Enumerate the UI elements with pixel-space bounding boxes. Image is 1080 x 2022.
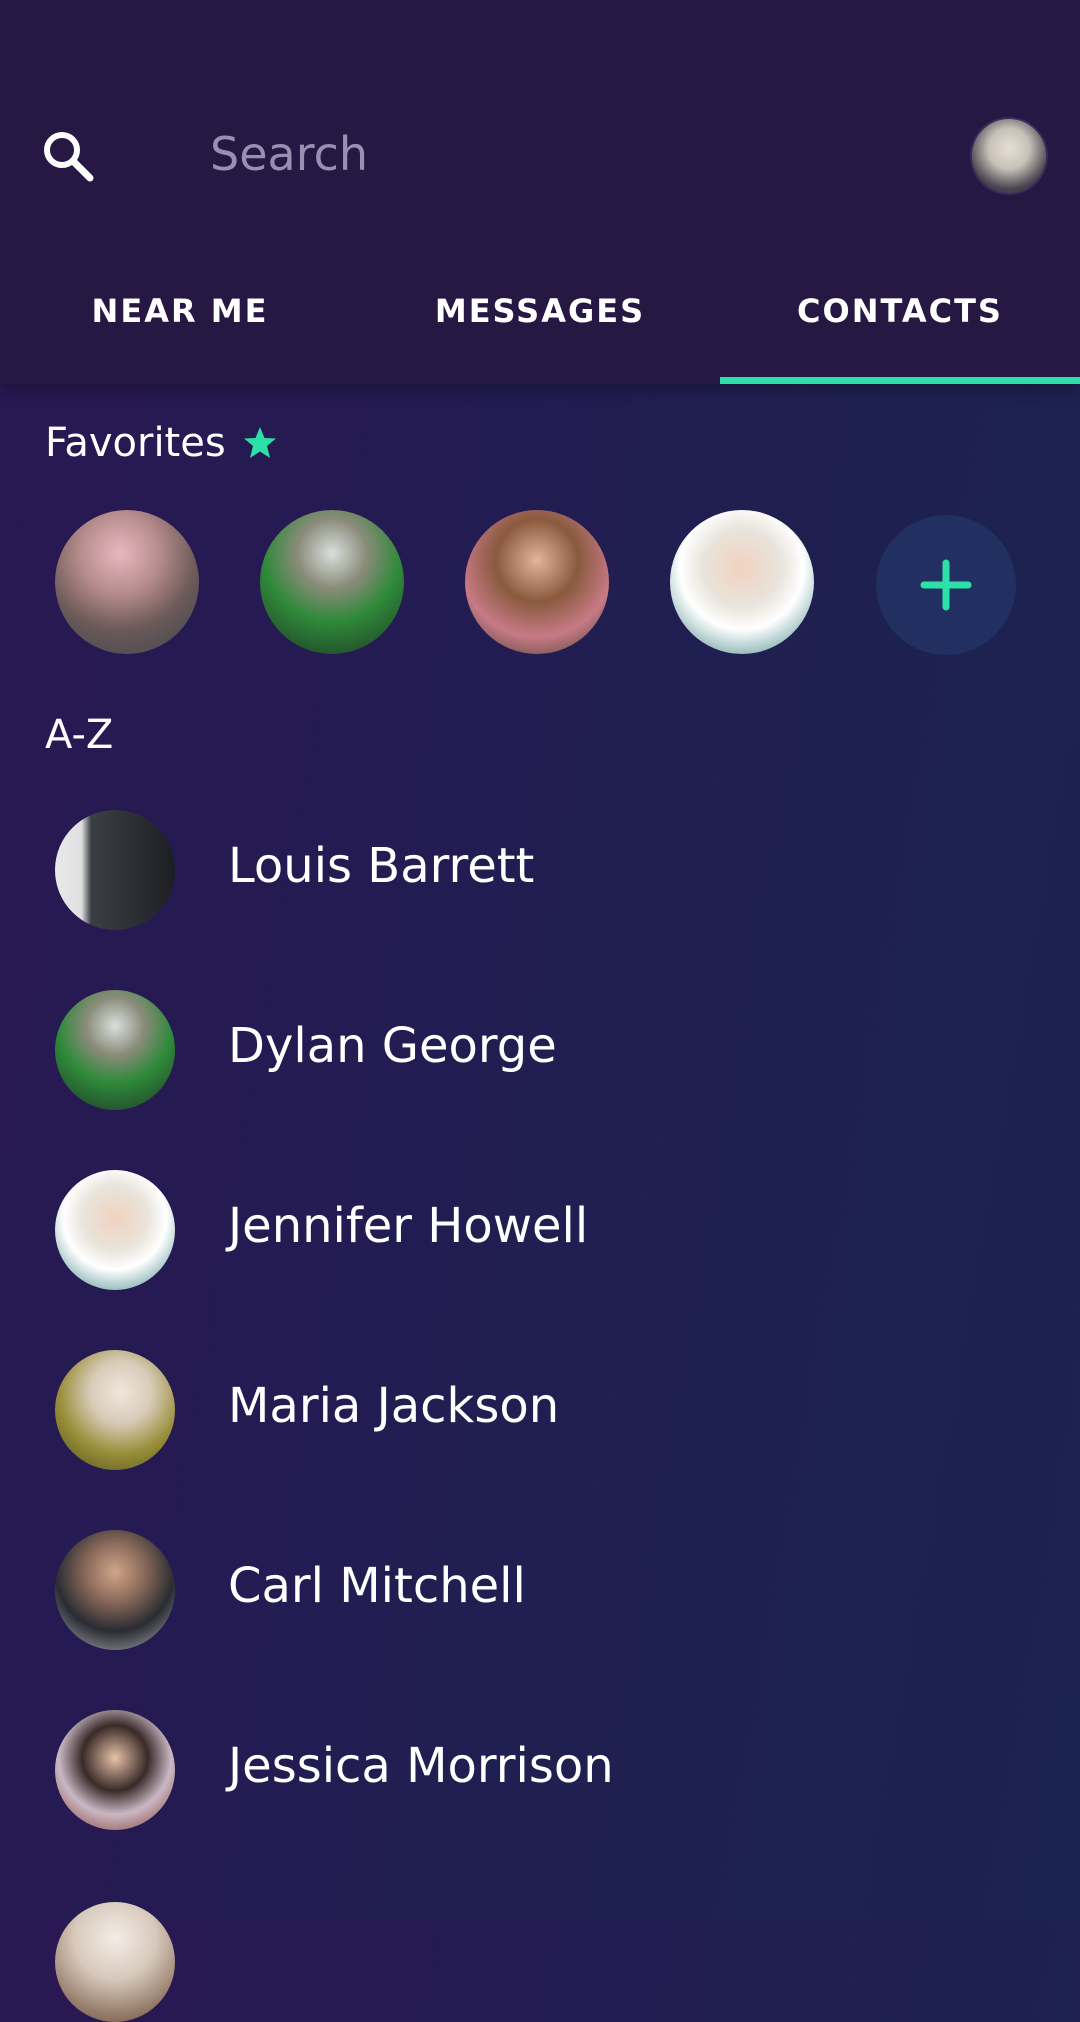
contact-name: Carl Mitchell <box>228 1558 526 1614</box>
tab-bar: NEAR ME MESSAGES CONTACTS <box>0 270 1080 384</box>
contact-name: Maria Jackson <box>228 1378 560 1434</box>
favorite-avatar-3[interactable] <box>465 510 609 654</box>
search-input[interactable] <box>210 118 930 190</box>
avatar <box>55 1170 175 1290</box>
contact-name: Jessica Morrison <box>228 1738 614 1794</box>
favorites-row <box>0 510 1080 658</box>
contact-row[interactable]: Dylan George <box>0 990 1080 1170</box>
contact-row[interactable]: Carl Mitchell <box>0 1530 1080 1710</box>
star-icon <box>243 427 276 458</box>
contact-row[interactable]: Jessica Morrison <box>0 1710 1080 1890</box>
favorite-avatar-4[interactable] <box>670 510 814 654</box>
tab-contacts[interactable]: CONTACTS <box>720 270 1080 384</box>
az-heading: A-Z <box>45 712 114 758</box>
app-header: NEAR ME MESSAGES CONTACTS <box>0 0 1080 384</box>
contact-name: Dylan George <box>228 1018 557 1074</box>
contact-row[interactable]: Jennifer Howell <box>0 1170 1080 1350</box>
contact-row[interactable]: Louis Barrett <box>0 810 1080 990</box>
favorites-title: Favorites <box>45 420 226 466</box>
profile-avatar[interactable] <box>970 117 1048 195</box>
avatar <box>55 810 175 930</box>
contact-list: Louis Barrett Dylan George Jennifer Howe… <box>0 810 1080 1890</box>
avatar <box>55 1710 175 1830</box>
avatar <box>55 1530 175 1650</box>
avatar <box>55 990 175 1110</box>
add-favorite-button[interactable] <box>876 515 1016 655</box>
avatar <box>55 1350 175 1470</box>
plus-icon <box>920 559 972 611</box>
search-icon[interactable] <box>40 128 96 184</box>
contact-name: Louis Barrett <box>228 838 535 894</box>
avatar <box>55 1902 175 2022</box>
contact-name: Jennifer Howell <box>228 1198 589 1254</box>
favorites-heading: Favorites <box>45 420 278 466</box>
favorite-avatar-1[interactable] <box>55 510 199 654</box>
tab-messages[interactable]: MESSAGES <box>360 270 720 384</box>
favorite-avatar-2[interactable] <box>260 510 404 654</box>
contact-row[interactable]: Maria Jackson <box>0 1350 1080 1530</box>
tab-near-me[interactable]: NEAR ME <box>0 270 360 384</box>
